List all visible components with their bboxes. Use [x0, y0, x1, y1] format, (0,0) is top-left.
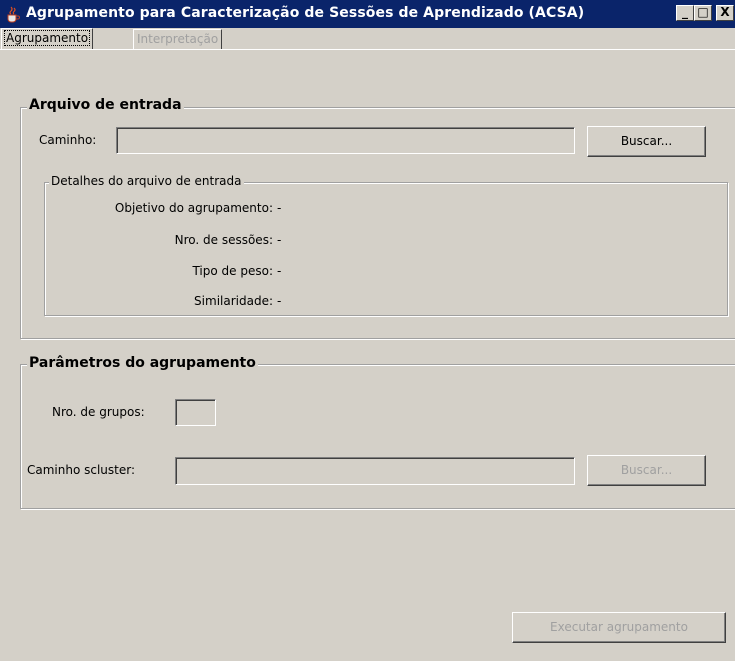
- objective-label: Objetivo do agrupamento:: [114, 201, 273, 215]
- tab-agrupamento[interactable]: Agrupamento: [1, 28, 94, 50]
- details-legend: Detalhes do arquivo de entrada: [49, 174, 244, 188]
- params-panel: [20, 364, 735, 509]
- window-title: Agrupamento para Caracterização de Sessõ…: [26, 5, 585, 21]
- path-label: Caminho:: [39, 133, 97, 147]
- similarity-label: Similaridade:: [194, 294, 273, 308]
- objective-value: -: [277, 201, 282, 215]
- browse-input-button[interactable]: Buscar...: [587, 126, 706, 157]
- path-input[interactable]: [116, 127, 575, 154]
- tab-bar: Agrupamento Interpretação: [0, 28, 735, 72]
- tab-divider: [0, 49, 735, 50]
- similarity-value: -: [277, 294, 282, 308]
- maximize-icon: □: [697, 5, 709, 19]
- minimize-button[interactable]: _: [676, 5, 694, 21]
- input-file-legend: Arquivo de entrada: [27, 97, 184, 113]
- weight-type-label: Tipo de peso:: [192, 264, 273, 278]
- scluster-label: Caminho scluster:: [27, 463, 136, 477]
- run-clustering-button[interactable]: Executar agrupamento: [512, 612, 726, 643]
- tab-interpretacao[interactable]: Interpretação: [133, 29, 223, 49]
- params-legend: Parâmetros do agrupamento: [27, 355, 258, 371]
- tab-interpretacao-label: Interpretação: [137, 32, 219, 46]
- close-icon: X: [720, 5, 730, 19]
- sessions-value: -: [277, 233, 282, 247]
- title-bar[interactable]: Agrupamento para Caracterização de Sessõ…: [0, 0, 735, 28]
- maximize-button[interactable]: □: [694, 5, 712, 21]
- scluster-input[interactable]: [175, 457, 575, 485]
- weight-type-value: -: [277, 264, 282, 278]
- sessions-label: Nro. de sessões:: [174, 233, 273, 247]
- close-button[interactable]: X: [716, 5, 734, 21]
- java-cup-icon: [7, 6, 20, 23]
- browse-scluster-button[interactable]: Buscar...: [587, 455, 706, 486]
- minimize-icon: _: [682, 5, 688, 19]
- groups-input[interactable]: [175, 399, 216, 426]
- groups-label: Nro. de grupos:: [52, 405, 145, 419]
- tab-agrupamento-label: Agrupamento: [3, 30, 91, 46]
